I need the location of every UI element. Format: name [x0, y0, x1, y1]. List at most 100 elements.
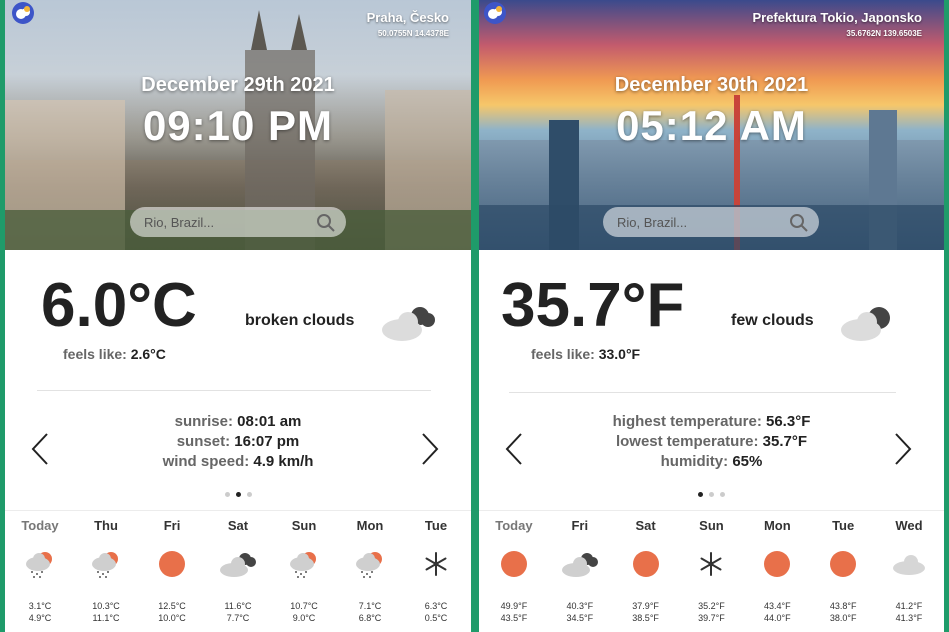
location: Praha, Česko 50.0755N 14.4378E — [367, 10, 449, 38]
forecast-day: Fri 40.3°F 34.5°F — [549, 518, 611, 624]
current-weather: 35.7°F few clouds feels like: 33.0°F — [479, 250, 944, 390]
search-icon[interactable] — [789, 213, 809, 233]
rain-sun-icon — [9, 544, 71, 584]
slide-line: lowest temperature: 35.7°F — [615, 433, 808, 450]
forecast-temp-high: 41.2°F — [895, 601, 923, 611]
sun-icon — [141, 544, 203, 584]
divider — [509, 392, 896, 393]
forecast-day-name: Mon — [356, 518, 384, 533]
sun-icon — [483, 544, 545, 584]
slide-line: sunrise: 08:01 am — [174, 413, 302, 430]
rain-sun-icon — [75, 544, 137, 584]
slide-line: sunset: 16:07 pm — [176, 433, 300, 450]
forecast-temp-low: 11.1°C — [92, 613, 120, 623]
slider-dot[interactable] — [246, 492, 252, 497]
few-clouds-icon — [841, 307, 890, 341]
forecast-day: Today 49.9°F 43.5°F — [483, 518, 545, 624]
forecast-temp-high: 12.5°C — [158, 601, 186, 611]
forecast-day: Fri 12.5°C 10.0°C — [141, 518, 203, 624]
forecast-day: Mon 7.1°C 6.8°C — [339, 518, 401, 624]
feels-like: feels like: 2.6°C — [63, 346, 166, 362]
divider — [5, 510, 471, 511]
current-time: 09:10 PM — [142, 102, 334, 149]
forecast-day-name: Wed — [895, 518, 923, 533]
forecast-temp-high: 10.3°C — [92, 601, 120, 611]
feels-like-label: feels like: — [531, 346, 599, 362]
slider-dots — [5, 484, 471, 502]
feels-like-value: 33.0°F — [598, 346, 641, 362]
slider-dot-active[interactable] — [698, 492, 703, 497]
forecast-temp-low: 6.8°C — [358, 613, 382, 623]
divider — [479, 510, 944, 511]
current-temperature: 6.0°C — [41, 271, 197, 340]
broken-clouds-icon — [382, 307, 435, 341]
forecast-temp-low: 38.0°F — [829, 613, 857, 623]
search-box — [130, 207, 346, 237]
current-date: December 29th 2021 — [141, 74, 335, 96]
weather-description: few clouds — [731, 312, 814, 329]
forecast-temp-low: 10.0°C — [158, 613, 186, 623]
snow-icon — [680, 544, 742, 584]
current-temperature: 35.7°F — [501, 271, 685, 340]
forecast-day-name: Fri — [163, 518, 181, 533]
forecast-day-name: Today — [495, 518, 533, 533]
feels-like: feels like: 33.0°F — [531, 346, 640, 362]
forecast-temp-high: 49.9°F — [500, 601, 528, 611]
forecast-day-name: Today — [21, 518, 59, 533]
slide-content: sunrise: 08:01 am sunset: 16:07 pm wind … — [5, 408, 471, 472]
chevron-right-icon[interactable] — [419, 432, 441, 466]
search-box — [603, 207, 819, 237]
forecast-temp-low: 0.5°C — [424, 613, 448, 623]
forecast-temp-high: 40.3°F — [566, 601, 594, 611]
forecast-temp-high: 35.2°F — [698, 601, 725, 611]
search-icon[interactable] — [316, 213, 336, 233]
sun-icon — [615, 544, 677, 584]
forecast-list: Today 3.1°C 4.9°C Thu 10.3°C 11.1°C Fri 12.5°C 1… — [5, 518, 471, 624]
slide-content: highest temperature: 56.3°F lowest tempe… — [479, 408, 944, 472]
spire — [291, 14, 307, 50]
forecast-temp-low: 43.5°F — [500, 613, 528, 623]
chevron-right-icon[interactable] — [892, 432, 914, 466]
forecast-temp-high: 7.1°C — [358, 601, 382, 611]
forecast-temp-low: 39.7°F — [698, 613, 725, 623]
forecast-temp-high: 10.7°C — [290, 601, 318, 611]
slider-dot[interactable] — [224, 492, 230, 497]
forecast-day-name: Fri — [571, 518, 589, 533]
forecast-day-name: Sun — [699, 518, 724, 533]
app-logo-icon[interactable] — [483, 2, 507, 24]
slider-dot[interactable] — [720, 492, 725, 497]
hero-image-tokyo: Prefektura Tokio, Japonsko 35.6762N 139.… — [479, 0, 944, 250]
forecast-temp-low: 41.3°F — [895, 613, 923, 623]
forecast-temp-low: 7.7°C — [226, 613, 250, 623]
forecast-temp-low: 44.0°F — [763, 613, 791, 623]
slider-dot[interactable] — [709, 492, 714, 497]
details-slider: highest temperature: 56.3°F lowest tempe… — [479, 408, 944, 498]
forecast-temp-low: 9.0°C — [292, 613, 316, 623]
forecast-day: Sun 35.2°F 39.7°F — [680, 518, 742, 624]
forecast-temp-low: 38.5°F — [632, 613, 659, 623]
chevron-left-icon[interactable] — [503, 432, 525, 466]
forecast-day-name: Mon — [763, 518, 791, 533]
location-coords: 35.6762N 139.6503E — [846, 29, 922, 38]
feels-like-label: feels like: — [63, 346, 131, 362]
location-city: Prefektura Tokio, Japonsko — [752, 10, 922, 25]
location-coords: 50.0755N 14.4378E — [377, 29, 449, 38]
search-input[interactable] — [130, 207, 300, 237]
forecast-temp-high: 3.1°C — [28, 601, 52, 611]
location: Prefektura Tokio, Japonsko 35.6762N 139.… — [752, 10, 922, 38]
app-logo-icon[interactable] — [11, 2, 35, 24]
slider-dot-active[interactable] — [235, 492, 241, 497]
feels-like-value: 2.6°C — [130, 346, 166, 362]
rain-sun-icon — [339, 544, 401, 584]
forecast-list: Today 49.9°F 43.5°F Fri 40.3°F 34.5°F Sat 37.9°… — [479, 518, 944, 624]
chevron-left-icon[interactable] — [29, 432, 51, 466]
weather-card-prague: Praha, Česko 50.0755N 14.4378E December … — [5, 0, 471, 632]
current-date: December 30th 2021 — [614, 74, 809, 96]
broken-clouds-icon — [207, 544, 269, 584]
snow-icon — [405, 544, 467, 584]
slide-line: wind speed: 4.9 km/h — [162, 453, 314, 470]
forecast-day: Tue 6.3°C 0.5°C — [405, 518, 467, 624]
search-input[interactable] — [603, 207, 773, 237]
forecast-day-name: Thu — [94, 518, 118, 533]
rain-sun-icon — [273, 544, 335, 584]
